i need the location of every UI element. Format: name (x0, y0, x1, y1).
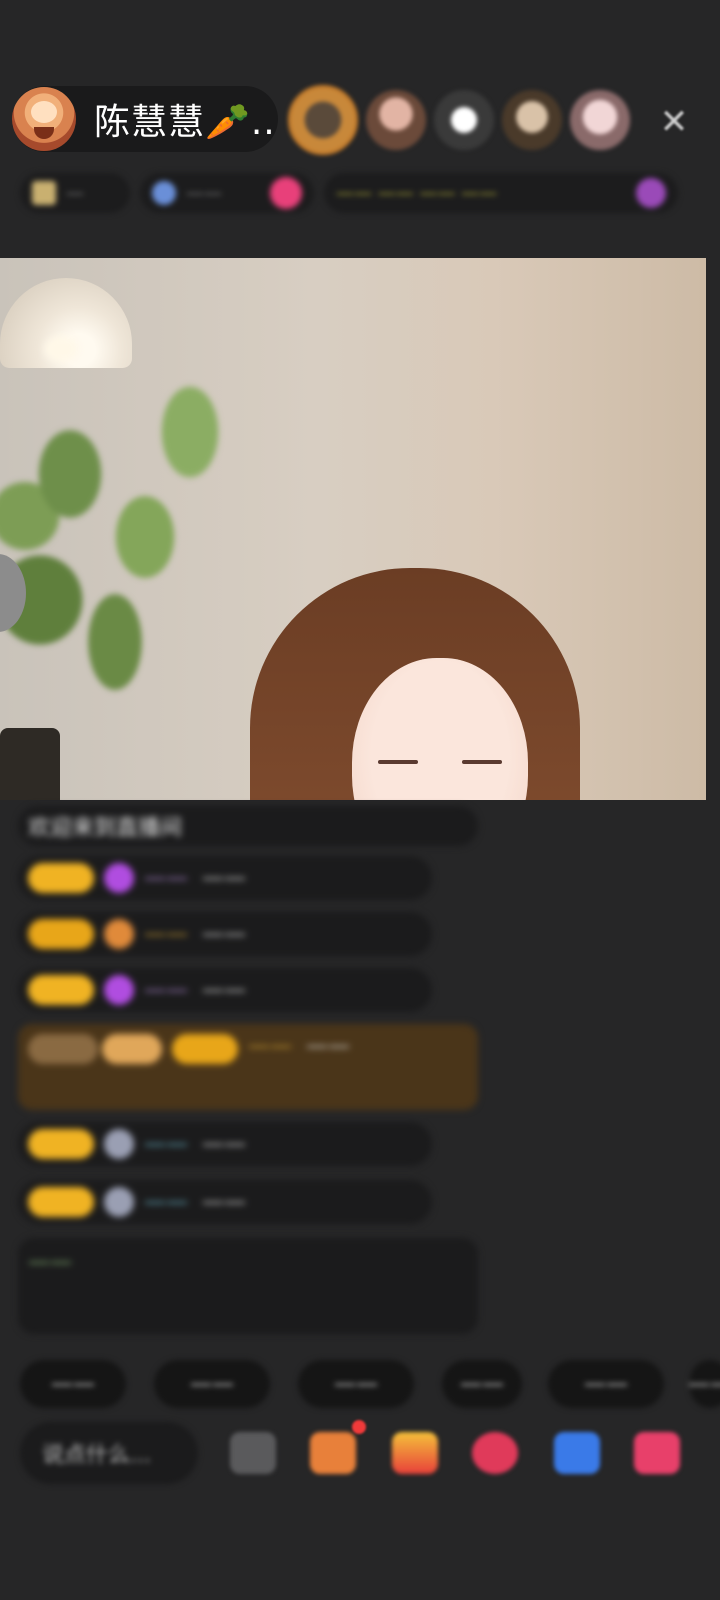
chat-username: —— (144, 1189, 188, 1215)
noble-badge-2 (102, 1034, 162, 1064)
right-eye (462, 760, 502, 764)
chat-message-system: 欢迎来到直播间 (18, 806, 478, 846)
more-gifts-icon[interactable] (634, 1432, 680, 1474)
rank-chip-text: — (66, 182, 84, 204)
chat-message[interactable]: —— —— (18, 856, 432, 900)
level-badge (28, 863, 94, 893)
chat-username: —— (144, 921, 188, 947)
viewer-avatar[interactable] (366, 90, 426, 150)
quick-reply-button[interactable]: —— (154, 1360, 270, 1408)
host-avatar[interactable] (12, 87, 76, 151)
chat-input[interactable]: 说点什么... (20, 1422, 198, 1484)
quick-reply-button[interactable]: —— (298, 1360, 414, 1408)
diamond-icon (104, 975, 134, 1005)
quick-reply-button[interactable]: —— (442, 1360, 522, 1408)
left-eye (378, 760, 418, 764)
chat-message[interactable]: —— —— (18, 912, 432, 956)
quick-reply-button[interactable]: —— (20, 1360, 126, 1408)
fan-club-icon (152, 181, 176, 205)
chat-message[interactable]: —— —— (18, 968, 432, 1012)
chat-message-highlight[interactable]: —— —— (18, 1024, 478, 1110)
chat-text: —— (306, 1034, 350, 1059)
shop-icon[interactable] (310, 1432, 356, 1474)
chat-text: 欢迎来到直播间 (28, 816, 183, 841)
chat-message[interactable]: —— —— (18, 1122, 432, 1166)
activity-banner[interactable]: —— —— —— —— (324, 173, 678, 213)
chat-username: —— (144, 865, 188, 891)
viewer-avatar[interactable] (434, 90, 494, 150)
chat-text: —— (28, 1250, 72, 1275)
emoji-icon[interactable] (230, 1432, 276, 1474)
level-badge (28, 1129, 94, 1159)
chat-message-notice: —— (18, 1238, 478, 1334)
rank-chip[interactable]: — (20, 173, 130, 213)
level-badge (28, 919, 94, 949)
chat-text: —— (202, 1131, 246, 1157)
chat-text: —— (202, 977, 246, 1003)
activity-banner-text: —— —— —— —— (336, 182, 498, 204)
host-info-pill[interactable]: 陈慧慧🥕... (12, 86, 278, 152)
host-name: 陈慧慧🥕... (94, 102, 278, 143)
chat-username: —— (144, 1131, 188, 1157)
fan-badge-icon (104, 919, 134, 949)
chat-text: —— (202, 1189, 246, 1215)
chat-username: —— (248, 1034, 292, 1059)
user-avatar-icon (104, 1187, 134, 1217)
plant (0, 348, 280, 768)
notification-dot (352, 1420, 366, 1434)
level-badge (172, 1034, 238, 1064)
fan-club-chip[interactable]: —— (140, 173, 314, 213)
quick-reply-row: —— —— —— —— —— —— (20, 1360, 720, 1410)
chat-message[interactable]: —— —— (18, 1180, 432, 1224)
viewer-avatar-list (288, 84, 638, 156)
trophy-icon (32, 181, 56, 205)
viewer-avatar[interactable] (502, 90, 562, 150)
live-info-bar: — —— —— —— —— —— (20, 170, 688, 216)
chat-text: —— (202, 921, 246, 947)
plant-pot (0, 728, 60, 800)
viewer-avatar[interactable] (570, 90, 630, 150)
gift-box-icon[interactable] (392, 1432, 438, 1474)
viewer-avatar[interactable] (288, 85, 358, 155)
level-badge (28, 1187, 94, 1217)
fan-club-chip-text: —— (186, 182, 222, 204)
live-video[interactable] (0, 258, 706, 800)
diamond-icon (104, 863, 134, 893)
heart-icon (270, 177, 302, 209)
chat-text: —— (202, 865, 246, 891)
quick-reply-button[interactable]: —— (548, 1360, 664, 1408)
close-icon[interactable]: ✕ (652, 100, 696, 144)
noble-badge (28, 1034, 98, 1064)
quick-reply-button[interactable]: —— (688, 1360, 720, 1408)
heart-gift-icon[interactable] (472, 1432, 518, 1474)
bottom-action-bar: 说点什么... (20, 1420, 710, 1486)
user-avatar-icon (104, 1129, 134, 1159)
gift-icon (636, 178, 666, 208)
game-icon[interactable] (554, 1432, 600, 1474)
level-badge (28, 975, 94, 1005)
chat-username: —— (144, 977, 188, 1003)
